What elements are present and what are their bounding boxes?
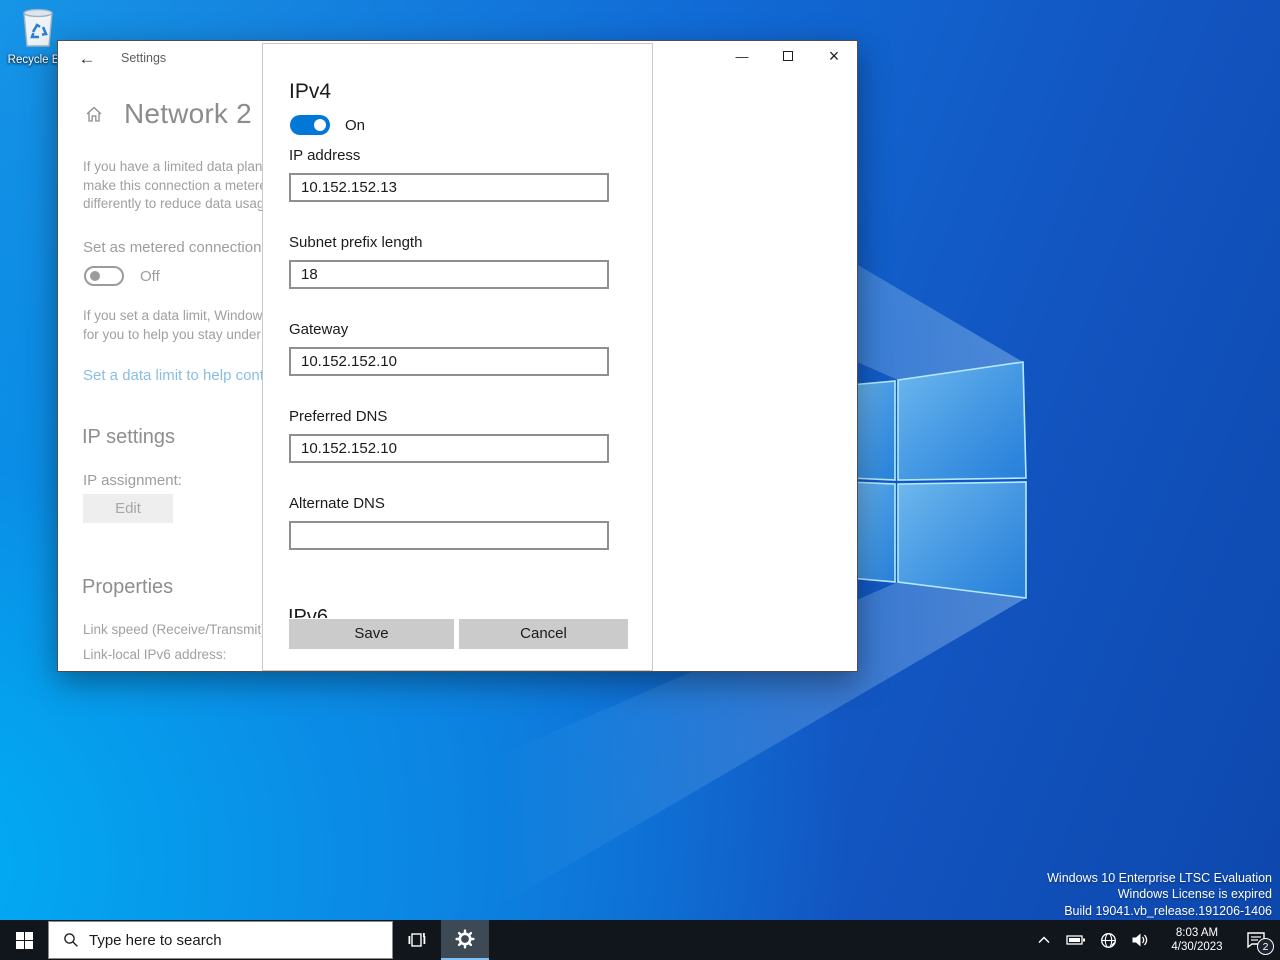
search-input[interactable] [89,932,392,949]
tray-chevron-button[interactable] [1029,933,1059,947]
subnet-prefix-label: Subnet prefix length [289,234,609,251]
settings-window: ← Settings — × Network 2 If you have a l… [57,40,858,672]
desktop: Recycle Bin Windows 10 Enterprise LTSC E… [0,0,1280,960]
gateway-label: Gateway [289,321,609,338]
license-watermark: Windows 10 Enterprise LTSC Evaluation Wi… [1047,870,1272,920]
properties-heading: Properties [82,576,173,599]
alternate-dns-label: Alternate DNS [289,495,609,512]
data-limit-note: If you set a data limit, Window for you … [83,307,263,344]
preferred-dns-input[interactable] [289,434,609,463]
home-icon [85,105,103,123]
metered-intro-text: If you have a limited data plan make thi… [83,158,263,214]
watermark-line: Build 19041.vb_release.191206-1406 [1047,903,1272,920]
link-speed-label: Link speed (Receive/Transmit): [83,622,263,637]
globe-no-internet-icon [1100,932,1117,949]
recycle-bin-icon [20,6,56,48]
metered-toggle-state: Off [140,268,160,285]
network-tray-button[interactable] [1093,932,1124,949]
taskbar-search[interactable] [48,921,393,959]
metered-connection-label: Set as metered connection [83,239,261,256]
dialog-title: IPv4 [289,80,331,104]
ipv4-toggle-state: On [345,117,365,134]
data-limit-link[interactable]: Set a data limit to help control [83,367,263,384]
subnet-prefix-input[interactable] [289,260,609,289]
edit-ip-button[interactable]: Edit [83,494,173,523]
save-button[interactable]: Save [289,619,454,649]
action-center-button[interactable]: 2 [1238,931,1280,949]
ipv4-toggle[interactable] [290,115,330,135]
start-button[interactable] [0,920,48,960]
task-view-button[interactable] [393,920,441,960]
search-icon [63,932,79,948]
metered-toggle[interactable] [84,266,124,286]
alternate-dns-input[interactable] [289,521,609,550]
ipv6-clipped-heading: IPv6 [288,606,328,618]
page-title: Network 2 [124,98,252,130]
task-view-icon [407,930,427,950]
battery-icon [1066,933,1086,947]
windows-start-icon [16,932,33,949]
preferred-dns-label: Preferred DNS [289,408,609,425]
settings-app-button[interactable] [441,920,489,960]
cancel-button[interactable]: Cancel [459,619,628,649]
watermark-line: Windows 10 Enterprise LTSC Evaluation [1047,870,1272,887]
notification-badge: 2 [1257,938,1274,955]
link-local-ipv6-label: Link-local IPv6 address: [83,647,263,662]
ip-assignment-label: IP assignment: [83,472,182,489]
chevron-up-icon [1036,933,1052,947]
watermark-line: Windows License is expired [1047,886,1272,903]
gateway-input[interactable] [289,347,609,376]
taskbar-clock[interactable]: 8:03 AM 4/30/2023 [1164,926,1230,954]
battery-tray-button[interactable] [1059,933,1093,947]
settings-gear-icon [455,929,475,949]
ip-address-input[interactable] [289,173,609,202]
ip-address-label: IP address [289,147,609,164]
volume-tray-button[interactable] [1124,932,1156,948]
speaker-icon [1131,932,1149,948]
ip-settings-heading: IP settings [82,426,175,449]
clock-date: 4/30/2023 [1164,940,1230,954]
taskbar: 8:03 AM 4/30/2023 2 [0,920,1280,960]
toggle-knob [314,119,326,131]
edit-ip-settings-dialog: IPv4 On IP address Subnet prefix length … [262,43,653,671]
clock-time: 8:03 AM [1164,926,1230,940]
toggle-knob [90,271,100,281]
